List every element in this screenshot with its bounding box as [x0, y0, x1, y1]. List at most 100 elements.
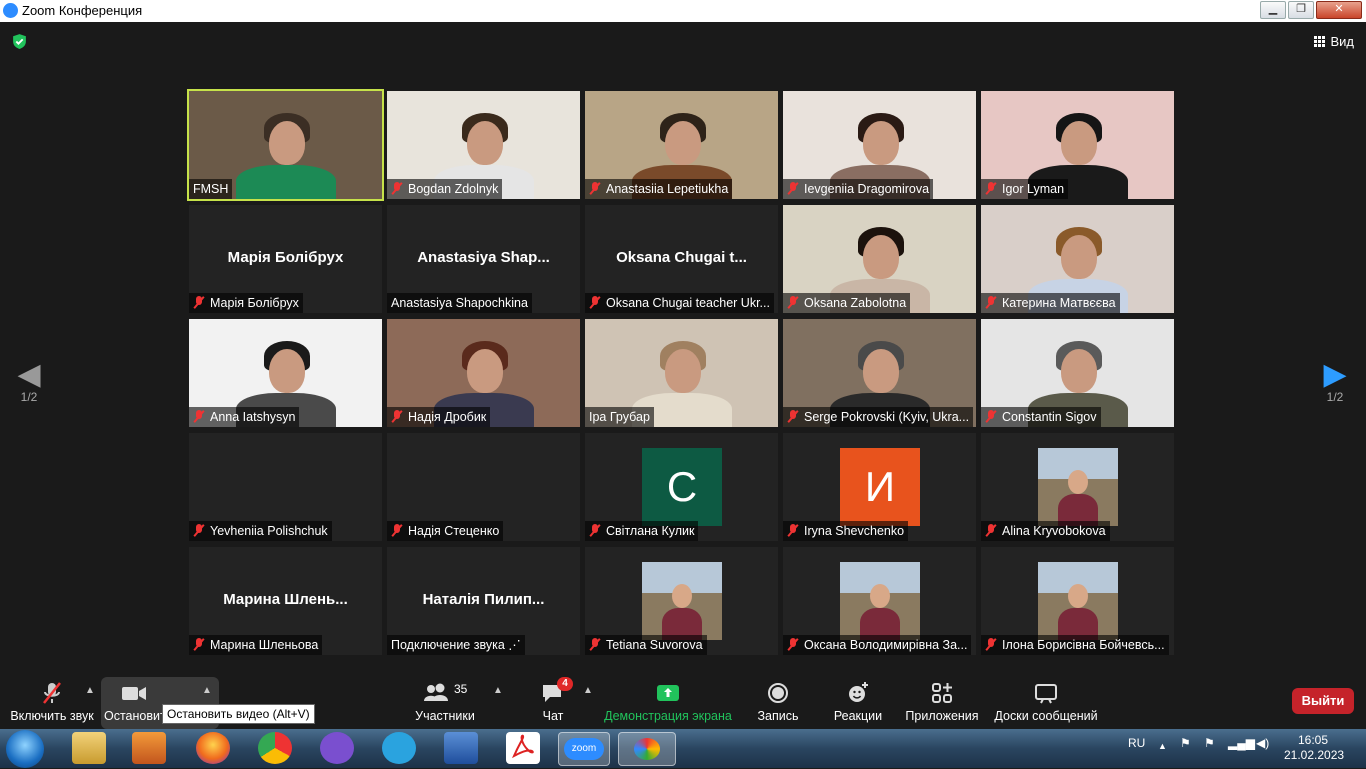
- acrobat-icon[interactable]: [506, 732, 540, 764]
- unmute-label: Включить звук: [10, 709, 94, 723]
- participant-tile[interactable]: Serge Pokrovski (Kyiv, Ukra...: [783, 319, 976, 427]
- chat-chevron-icon[interactable]: ▲: [583, 685, 593, 696]
- participant-name-label: Надія Стеценко: [387, 521, 504, 541]
- participant-tile[interactable]: Надія Дробик: [387, 319, 580, 427]
- participant-tile[interactable]: Constantin Sigov: [981, 319, 1174, 427]
- participant-avatar: C: [642, 448, 722, 526]
- participant-tile[interactable]: Anna Iatshysyn: [189, 319, 382, 427]
- participant-photo: [840, 562, 920, 640]
- participant-name: Yevheniia Polishchuk: [210, 524, 328, 538]
- participant-tile[interactable]: Anastasiya Shap... Anastasiya Shapochkina: [387, 205, 580, 313]
- participant-tile[interactable]: Наталія Пилип... Подключение звука ⋰: [387, 547, 580, 655]
- participant-tile[interactable]: Оксана Володимирівна За...: [783, 547, 976, 655]
- security-shield-icon[interactable]: [11, 33, 28, 50]
- viber-icon[interactable]: [320, 732, 354, 764]
- participant-tile[interactable]: Igor Lyman: [981, 91, 1174, 199]
- chrome-icon[interactable]: [258, 732, 292, 764]
- participant-tile[interactable]: C Світлана Кулик: [585, 433, 778, 541]
- participant-name-label: Bogdan Zdolnyk: [387, 179, 503, 199]
- share-screen-button[interactable]: Демонстрация экрана: [604, 681, 732, 723]
- participant-tile[interactable]: Ілона Борисівна Бойчевсь...: [981, 547, 1174, 655]
- zoom-logo-icon: [3, 3, 18, 18]
- participants-button[interactable]: 35 Участники: [410, 681, 480, 723]
- muted-mic-icon: [193, 524, 205, 537]
- whiteboards-button[interactable]: Доски сообщений: [992, 681, 1100, 723]
- minimize-button[interactable]: ▁: [1260, 1, 1286, 19]
- meeting-topbar: Вид: [0, 22, 1366, 62]
- participant-name-label: Катерина Матвєєва: [981, 293, 1120, 313]
- participant-name: Подключение звука ⋰: [391, 638, 521, 652]
- grid-view-icon: [1314, 36, 1326, 47]
- participant-tile[interactable]: Alina Kryvobokova: [981, 433, 1174, 541]
- photo-face: [1068, 470, 1088, 494]
- video-camera-icon: [122, 687, 146, 700]
- participant-name: Tetiana Suvorova: [606, 638, 703, 652]
- participants-chevron-icon[interactable]: ▲: [493, 685, 503, 696]
- windows-taskbar: zoom RU ▲ ⚑ ⚑ ▂▄▆ ◀) 16:05 21.02.2023: [0, 729, 1366, 768]
- muted-mic-icon: [787, 638, 799, 651]
- participant-tile[interactable]: FMSH: [187, 89, 384, 201]
- person-face: [1061, 121, 1097, 165]
- participant-name-label: Constantin Sigov: [981, 407, 1101, 427]
- unmute-button[interactable]: Включить звук: [8, 681, 96, 723]
- participant-tile[interactable]: Катерина Матвєєва: [981, 205, 1174, 313]
- signal-strength-icon[interactable]: ▂▄▆: [1228, 736, 1255, 750]
- word-icon[interactable]: [444, 732, 478, 764]
- close-button[interactable]: ✕: [1316, 1, 1362, 19]
- participant-tile[interactable]: Oksana Zabolotna: [783, 205, 976, 313]
- participant-tile[interactable]: Ievgeniia Dragomirova: [783, 91, 976, 199]
- share-screen-icon: [657, 685, 679, 701]
- maximize-button[interactable]: ❐: [1288, 1, 1314, 19]
- participant-tile[interactable]: Марина Шлень... Марина Шленьова: [189, 547, 382, 655]
- firefox-icon[interactable]: [196, 732, 230, 764]
- zoom-taskbar-button[interactable]: zoom: [558, 732, 610, 766]
- participant-name-label: Igor Lyman: [981, 179, 1069, 199]
- language-indicator[interactable]: RU: [1128, 736, 1145, 750]
- file-explorer-icon[interactable]: [72, 732, 106, 764]
- participants-label: Участники: [415, 709, 475, 723]
- volume-icon[interactable]: ◀): [1256, 736, 1269, 750]
- windows-start-icon[interactable]: [6, 730, 44, 768]
- view-button[interactable]: Вид: [1314, 34, 1354, 49]
- network-warning-icon[interactable]: ⚑: [1180, 736, 1191, 750]
- record-button[interactable]: Запись: [752, 681, 804, 723]
- arrow-left-icon: ◀: [17, 358, 41, 391]
- stop-video-button[interactable]: Остановить видео: [104, 681, 164, 723]
- paint-taskbar-button[interactable]: [618, 732, 676, 766]
- participant-tile[interactable]: И Iryna Shevchenko: [783, 433, 976, 541]
- apps-icon: [932, 683, 952, 703]
- participant-avatar: И: [840, 448, 920, 526]
- prev-page-button[interactable]: ◀ 1/2: [14, 358, 44, 405]
- participant-name: Serge Pokrovski (Kyiv, Ukra...: [804, 410, 970, 424]
- participant-tile[interactable]: Марія Болібрух Марія Болібрух: [189, 205, 382, 313]
- participant-tile[interactable]: Anastasiia Lepetiukha: [585, 91, 778, 199]
- participant-display-name: Марина Шлень...: [223, 591, 348, 608]
- system-clock[interactable]: 16:05 21.02.2023: [1284, 733, 1344, 763]
- participant-tile[interactable]: Надія Стеценко: [387, 433, 580, 541]
- action-center-icon[interactable]: ⚑: [1204, 736, 1215, 750]
- participant-photo: [1038, 448, 1118, 526]
- participant-tile[interactable]: Bogdan Zdolnyk: [387, 91, 580, 199]
- audio-options-chevron-icon[interactable]: ▲: [85, 685, 95, 696]
- share-screen-label: Демонстрация экрана: [604, 709, 732, 723]
- participant-tile[interactable]: Oksana Chugai t... Oksana Chugai teacher …: [585, 205, 778, 313]
- participant-name: Anastasiia Lepetiukha: [606, 182, 729, 196]
- participant-name-label: Oksana Zabolotna: [783, 293, 911, 313]
- person-face: [467, 121, 503, 165]
- leave-button[interactable]: Выйти: [1292, 688, 1354, 714]
- participant-tile[interactable]: Yevheniia Polishchuk: [189, 433, 382, 541]
- telegram-icon[interactable]: [382, 732, 416, 764]
- next-page-button[interactable]: ▶ 1/2: [1320, 360, 1350, 405]
- participant-name: Oksana Chugai teacher Ukr...: [606, 296, 770, 310]
- participant-display-name: Наталія Пилип...: [422, 591, 545, 608]
- reactions-button[interactable]: Реакции: [830, 681, 886, 723]
- show-hidden-icons-chevron-icon[interactable]: ▲: [1158, 741, 1167, 751]
- microphone-muted-icon: [43, 682, 61, 704]
- apps-button[interactable]: Приложения: [904, 681, 980, 723]
- video-options-chevron-icon[interactable]: ▲: [202, 685, 212, 696]
- media-player-icon[interactable]: [132, 732, 166, 764]
- participant-tile[interactable]: Tetiana Suvorova: [585, 547, 778, 655]
- muted-mic-icon: [193, 410, 205, 423]
- participant-name-label: Anna Iatshysyn: [189, 407, 300, 427]
- participant-tile[interactable]: Іра Грубар: [585, 319, 778, 427]
